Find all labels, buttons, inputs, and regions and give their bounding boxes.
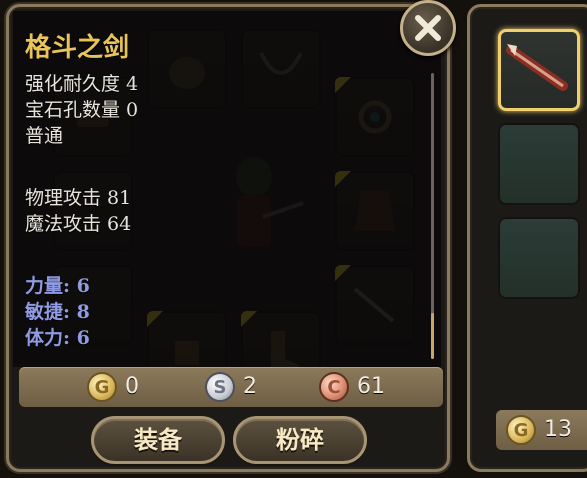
copper-coin-icon: C xyxy=(319,372,349,402)
inventory-slot[interactable] xyxy=(498,217,580,299)
agility-bonus: 敏捷: 8 xyxy=(25,301,90,323)
item-quality: 普通 xyxy=(25,125,64,147)
item-name: 格斗之剑 xyxy=(25,33,130,63)
equipment-panel: 格斗之剑 强化耐久度 4 宝石孔数量 0 普通 物理攻击 81 魔法攻击 64 … xyxy=(6,4,450,472)
copper-amount: 61 xyxy=(357,374,385,399)
strength-bonus: 力量: 6 xyxy=(25,275,90,297)
close-icon xyxy=(415,15,441,41)
inventory-panel xyxy=(467,4,587,472)
silver-coin-icon: S xyxy=(205,372,235,402)
inventory-slot-sword[interactable] xyxy=(498,29,580,111)
silver-amount: 2 xyxy=(243,374,257,399)
tooltip-scroll-thumb[interactable] xyxy=(431,313,434,359)
inventory-slot[interactable] xyxy=(498,123,580,205)
physical-attack: 物理攻击 81 xyxy=(25,187,132,209)
gold-coin-icon: G xyxy=(506,415,536,445)
sword-icon xyxy=(506,44,568,91)
enhance-durability: 强化耐久度 4 xyxy=(25,73,139,95)
smash-button[interactable]: 粉碎 xyxy=(233,416,367,464)
side-gold-bar: G 13 xyxy=(496,410,587,450)
close-button[interactable] xyxy=(400,0,456,56)
item-tooltip: 格斗之剑 强化耐久度 4 宝石孔数量 0 普通 物理攻击 81 魔法攻击 64 … xyxy=(13,11,441,367)
side-gold-amount: 13 xyxy=(544,417,572,442)
stamina-bonus: 体力: 6 xyxy=(25,327,90,349)
price-bar: G 0 S 2 C 61 xyxy=(19,367,443,407)
gold-amount: 0 xyxy=(125,374,139,399)
magic-attack: 魔法攻击 64 xyxy=(25,213,132,235)
equip-button[interactable]: 装备 xyxy=(91,416,225,464)
gem-slot-count: 宝石孔数量 0 xyxy=(25,99,139,121)
gold-coin-icon: G xyxy=(87,372,117,402)
